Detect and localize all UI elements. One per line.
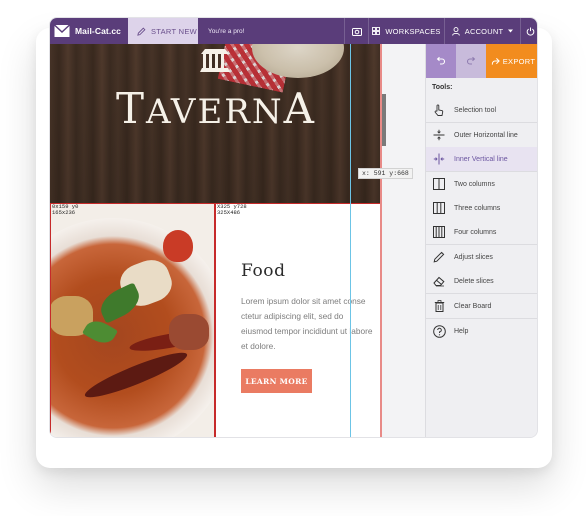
power-button[interactable] [520, 18, 537, 44]
chevron-down-icon [508, 29, 514, 33]
top-bar: Mail-Cat.cc START NEW You're a pro! WORK… [50, 18, 537, 44]
workspaces-label: WORKSPACES [385, 26, 441, 36]
tool-two-columns[interactable]: Two columns [426, 172, 537, 196]
tool-label: Adjust slices [454, 253, 493, 261]
canvas-edge-line [380, 44, 382, 437]
hero-title-first: T [116, 84, 147, 133]
pencil-icon [432, 250, 446, 264]
food-heading: Food [241, 261, 286, 281]
food-chunk [169, 314, 209, 350]
tool-label: Three columns [454, 204, 501, 212]
app-window: Mail-Cat.cc START NEW You're a pro! WORK… [49, 17, 538, 438]
tool-help[interactable]: Help [426, 319, 537, 343]
tool-label: Outer Horizontal line [454, 131, 518, 139]
screenshot-button[interactable] [344, 18, 368, 44]
email-canvas[interactable]: TAVERNA Food Lorem ipsum dolor sit amet … [50, 44, 382, 437]
food-text-slice[interactable]: Food Lorem ipsum dolor sit amet conse ct… [215, 203, 382, 437]
canvas-gutter [382, 44, 425, 437]
pencil-icon [137, 27, 146, 36]
redo-icon [466, 56, 476, 65]
user-icon [451, 26, 460, 36]
tomato-piece [163, 230, 193, 262]
tool-selection[interactable]: Selection tool [426, 98, 537, 122]
tavern-emblem-icon [200, 49, 230, 72]
hero-title: TAVERNA [50, 84, 382, 133]
undo-icon [436, 56, 446, 65]
start-new-label: START NEW [151, 26, 198, 36]
account-label: ACCOUNT [464, 26, 504, 36]
scrollbar-thumb[interactable] [382, 94, 386, 146]
vertical-guide-line[interactable] [350, 44, 351, 437]
tool-label: Help [454, 327, 469, 335]
logo-text: Mail-Cat.cc [75, 26, 121, 36]
tool-inner-vertical-line[interactable]: Inner Vertical line [426, 147, 537, 171]
two-columns-icon [432, 177, 446, 191]
workspaces-button[interactable]: WORKSPACES [368, 18, 444, 44]
tool-outer-horizontal-line[interactable]: Outer Horizontal line [426, 123, 537, 147]
vertical-line-icon [432, 152, 446, 166]
start-new-button[interactable]: START NEW [128, 18, 198, 44]
export-button[interactable]: EXPORT [486, 44, 537, 78]
hand-pointer-icon [432, 103, 446, 117]
promo-text: You're a pro! [208, 27, 245, 35]
hero-title-last: A [283, 84, 316, 133]
food-body-text: Lorem ipsum dolor sit amet conse ctetur … [241, 296, 373, 351]
export-label: EXPORT [502, 56, 536, 66]
tool-label: Delete slices [454, 277, 494, 285]
cursor-coordinates: x: 591 y:668 [358, 168, 413, 179]
tool-adjust-slices[interactable]: Adjust slices [426, 245, 537, 269]
trash-icon [432, 299, 446, 313]
camera-icon [351, 27, 362, 36]
power-icon [526, 27, 534, 36]
grid-icon [372, 27, 381, 35]
tool-label: Selection tool [454, 106, 497, 114]
undo-button[interactable] [426, 44, 456, 78]
redo-button[interactable] [456, 44, 486, 78]
tool-label: Clear Board [454, 302, 492, 310]
tool-delete-slices[interactable]: Delete slices [426, 269, 537, 293]
hero-title-mid: AVERN [146, 92, 284, 132]
slice-label-right: X325 y728 325X486 [217, 203, 247, 216]
tool-four-columns[interactable]: Four columns [426, 220, 537, 244]
tool-label: Two columns [454, 180, 495, 188]
logo[interactable]: Mail-Cat.cc [54, 18, 121, 44]
tool-clear-board[interactable]: Clear Board [426, 294, 537, 318]
tool-label: Inner Vertical line [454, 155, 508, 163]
tools-panel: EXPORT Tools: Selection tool Outer Horiz… [425, 44, 537, 437]
four-columns-icon [432, 225, 446, 239]
food-image-slice[interactable] [50, 203, 215, 437]
slice-label-left: 0x159 y0 165x236 [52, 203, 79, 216]
tool-three-columns[interactable]: Three columns [426, 196, 537, 220]
horizontal-line-icon [432, 128, 446, 142]
eraser-icon [432, 274, 446, 288]
account-button[interactable]: ACCOUNT [444, 18, 520, 44]
tool-label: Four columns [454, 228, 497, 236]
share-icon [491, 57, 500, 65]
tools-title: Tools: [432, 84, 453, 91]
three-columns-icon [432, 201, 446, 215]
hero-image: TAVERNA [50, 44, 382, 203]
action-buttons: EXPORT [426, 44, 537, 78]
envelope-logo-icon [54, 24, 70, 37]
learn-more-button[interactable]: LEARN MORE [241, 369, 312, 393]
help-icon [432, 324, 446, 338]
plate-decoration [252, 44, 344, 78]
